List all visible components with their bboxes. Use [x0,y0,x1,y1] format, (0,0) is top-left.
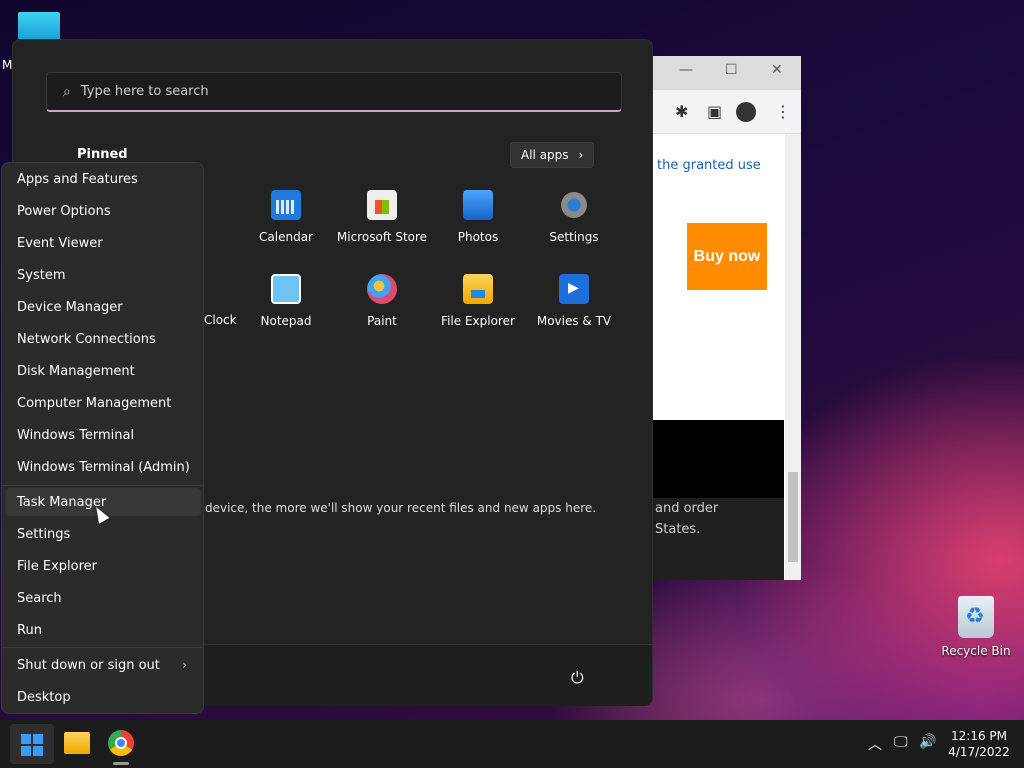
app-label: File Explorer [441,314,515,328]
menu-item-windows-terminal[interactable]: Windows Terminal [6,421,201,449]
app-label: Movies & TV [536,314,612,328]
app-label: Paint [367,314,397,328]
power-icon[interactable]: ⏻ [571,668,584,688]
windows-logo-icon [21,734,43,756]
running-indicator [113,762,129,765]
menu-item-file-explorer[interactable]: File Explorer [6,552,201,580]
desktop-label-fragment: M [2,58,13,72]
menu-item-shut-down-or-sign-out[interactable]: Shut down or sign out › [6,651,201,679]
pinned-app-movies-tv[interactable]: Movies & TV [526,274,622,328]
app-label: Photos [457,230,499,244]
menu-item-search[interactable]: Search [6,584,201,612]
menu-item-event-viewer[interactable]: Event Viewer [6,229,201,257]
scrollbar-thumb[interactable] [788,472,798,562]
start-search-box[interactable]: ⌕ [46,72,622,112]
store-icon [367,190,397,220]
pinned-app-notepad[interactable]: Notepad [238,274,334,328]
menu-kebab-icon[interactable]: ⋮ [775,102,791,121]
search-input[interactable] [80,84,561,99]
movies-icon [559,274,589,304]
pinned-app-photos[interactable]: Photos [430,190,526,244]
pinned-app-paint[interactable]: Paint [334,274,430,328]
pinned-title: Pinned [77,147,128,162]
calendar-icon [271,190,301,220]
all-apps-button[interactable]: All apps › [510,142,595,168]
profile-avatar-icon[interactable] [736,102,756,122]
power-user-menu: Apps and Features Power Options Event Vi… [1,162,204,714]
taskbar-clock[interactable]: 12:16 PM 4/17/2022 [944,728,1014,760]
chevron-right-icon: › [182,658,187,672]
menu-item-apps-and-features[interactable]: Apps and Features [6,165,201,193]
chevron-right-icon: › [578,148,584,162]
side-panel-icon[interactable]: ▣ [707,102,722,121]
pinned-app-clock-label[interactable]: Clock [204,313,237,327]
volume-icon[interactable]: 🔊 [919,734,936,750]
pinned-app-calendar[interactable]: Calendar [238,190,334,244]
menu-item-settings[interactable]: Settings [6,520,201,548]
photos-icon [463,190,493,220]
menu-separator [2,647,203,648]
recycle-bin[interactable]: Recycle Bin [940,596,1012,658]
app-label: Calendar [259,230,313,244]
browser-window: — ☐ ✕ ✱ ▣ ⋮ the granted use Buy now and … [653,56,801,580]
maximize-icon[interactable]: ☐ [725,62,738,78]
menu-item-run[interactable]: Run [6,616,201,644]
taskbar: ︿ 🖵 🔊 12:16 PM 4/17/2022 [0,720,1024,768]
menu-item-label: Shut down or sign out [17,657,160,673]
recommended-hint: device, the more we'll show your recent … [205,501,597,515]
pinned-app-settings[interactable]: Settings [526,190,622,244]
menu-item-windows-terminal-admin[interactable]: Windows Terminal (Admin) [6,453,201,481]
page-footer-block: and order States. [653,498,784,580]
browser-scrollbar[interactable] [785,134,801,580]
minimize-icon[interactable]: — [679,62,693,78]
settings-icon [559,190,589,220]
pinned-app-file-explorer[interactable]: File Explorer [430,274,526,328]
recycle-bin-label: Recycle Bin [941,644,1011,658]
buy-now-button[interactable]: Buy now [687,223,767,290]
app-label: Notepad [260,314,312,328]
browser-titlebar: — ☐ ✕ [653,56,801,90]
menu-item-computer-management[interactable]: Computer Management [6,389,201,417]
browser-content: the granted use Buy now and order States… [653,134,801,580]
chrome-taskbar-icon[interactable] [108,730,134,756]
menu-item-device-manager[interactable]: Device Manager [6,293,201,321]
clock-date: 4/17/2022 [948,745,1010,759]
menu-item-network-connections[interactable]: Network Connections [6,325,201,353]
app-label: Settings [549,230,599,244]
clock-time: 12:16 PM [951,729,1007,743]
folder-icon [463,274,493,304]
close-icon[interactable]: ✕ [771,62,783,78]
search-icon: ⌕ [63,83,71,100]
menu-item-system[interactable]: System [6,261,201,289]
notepad-icon [271,274,301,304]
menu-item-desktop[interactable]: Desktop [6,683,201,711]
page-text-granted: the granted use [657,158,761,173]
menu-item-disk-management[interactable]: Disk Management [6,357,201,385]
pinned-app-microsoft-store[interactable]: Microsoft Store [334,190,430,244]
menu-separator [2,485,203,486]
footer-line-2: States. [655,522,701,537]
menu-item-power-options[interactable]: Power Options [6,197,201,225]
browser-toolbar: ✱ ▣ ⋮ [653,90,801,134]
network-icon[interactable]: 🖵 [894,734,908,750]
app-label: Microsoft Store [336,230,428,244]
file-explorer-taskbar-icon[interactable] [64,732,90,754]
recycle-bin-icon [958,596,994,638]
start-button[interactable] [10,724,54,764]
all-apps-label: All apps [521,148,569,162]
paint-icon [367,274,397,304]
chevron-up-icon[interactable]: ︿ [868,734,882,754]
footer-line-1: and order [655,501,719,516]
desktop-icon-top[interactable] [18,12,60,40]
extensions-icon[interactable]: ✱ [675,102,688,121]
